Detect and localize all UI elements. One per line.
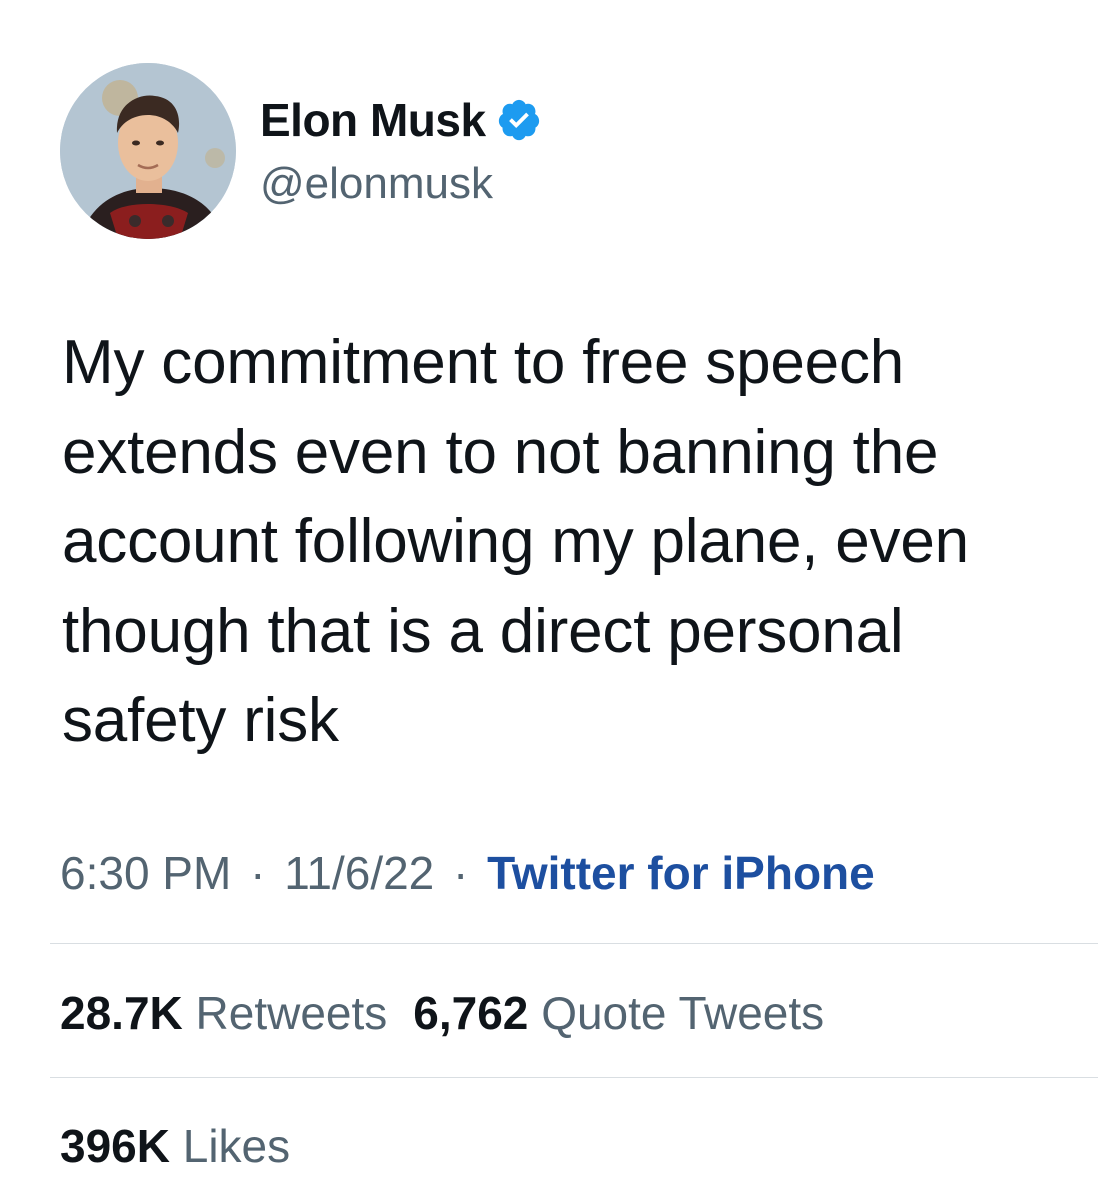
tweet-source-link[interactable]: Twitter for iPhone <box>487 847 875 899</box>
divider <box>50 943 1098 944</box>
likes-count: 396K <box>60 1120 170 1172</box>
likes-label: Likes <box>182 1120 291 1172</box>
tweet-text-line: account following my plane, even <box>62 507 969 576</box>
tweet-meta: 6:30 PM · 11/6/22 · Twitter for iPhone <box>60 843 875 903</box>
profile-photo-avatar <box>60 63 236 239</box>
author-handle[interactable]: @elonmusk <box>260 156 493 212</box>
quote-tweets-stat[interactable]: 6,762 Quote Tweets <box>413 987 824 1039</box>
likes-stat[interactable]: 396K Likes <box>60 1116 290 1176</box>
tweet-stats: 28.7K Retweets 6,762 Quote Tweets <box>60 983 824 1043</box>
tweet-text-line: though that is a direct personal <box>62 596 904 666</box>
avatar[interactable] <box>60 63 236 239</box>
meta-separator: · <box>250 847 266 899</box>
retweets-stat[interactable]: 28.7K Retweets <box>60 987 387 1039</box>
meta-separator: · <box>453 847 469 899</box>
tweet-time[interactable]: 6:30 PM <box>60 847 231 899</box>
tweet-text-line: safety risk <box>62 686 339 755</box>
divider <box>50 1077 1098 1078</box>
tweet-text: My commitment to free speech extends eve… <box>62 318 1092 766</box>
display-name[interactable]: Elon Musk <box>260 92 486 148</box>
quote-tweets-count: 6,762 <box>413 987 529 1039</box>
author-name-row: Elon Musk <box>260 92 542 148</box>
retweets-count: 28.7K <box>60 987 183 1039</box>
tweet-date[interactable]: 11/6/22 <box>284 847 434 899</box>
verified-badge-icon <box>498 99 539 141</box>
tweet-text-line: extends even to not banning the <box>62 417 939 487</box>
retweets-label: Retweets <box>195 987 388 1039</box>
quote-tweets-label: Quote Tweets <box>541 987 825 1039</box>
tweet-text-line: My commitment to free speech <box>62 328 905 397</box>
